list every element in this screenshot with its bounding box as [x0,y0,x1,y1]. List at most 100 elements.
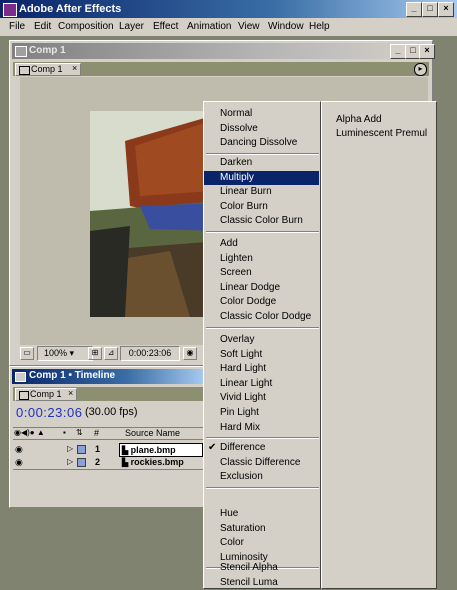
menu-layer[interactable]: Layer [119,20,144,34]
menu-item-hard-mix[interactable]: Hard Mix [204,421,319,435]
timeline-tab-icon [19,391,29,400]
timeline-tab-close-icon[interactable]: × [68,388,73,398]
timeline-timecode[interactable]: 0:00:23:06 [16,405,82,420]
label-color-swatch[interactable] [77,458,86,467]
menu-item-dancing-dissolve[interactable]: Dancing Dissolve [204,136,319,150]
menu-item-hard-light[interactable]: Hard Light [204,362,319,376]
menu-item-luminescent-premul[interactable]: Luminescent Premul [336,127,427,141]
close-button[interactable]: × [438,2,454,17]
footage-icon: ▙ [122,446,129,455]
menu-composition[interactable]: Composition [58,20,114,34]
menu-bar: File Edit Composition Layer Effect Anima… [0,18,457,36]
menu-separator [206,437,319,440]
menu-item-color[interactable]: Color [204,536,319,550]
timeline-fps: (30.00 fps) [85,406,138,418]
menu-item-dissolve[interactable]: Dissolve [204,122,319,136]
menu-separator [206,486,319,489]
menu-animation[interactable]: Animation [187,20,231,34]
comp-tab-label: Comp 1 [31,64,63,74]
tab-close-icon[interactable]: × [72,63,77,73]
zoom-dropdown[interactable]: 100% ▾ [37,346,93,361]
menu-item-classic-color-dodge[interactable]: Classic Color Dodge [204,310,319,324]
comp-timecode[interactable]: 0:00:23:06 [120,346,180,361]
comp-tab-strip: Comp 1 × ▸ [13,62,429,76]
label-color-swatch[interactable] [77,445,86,454]
menu-file[interactable]: File [9,20,25,34]
table-row[interactable]: ◉ ▷ 2 ▙ rockies.bmp [13,456,205,468]
menu-item-lighten[interactable]: Lighten [204,252,319,266]
menu-item-stencil-alpha[interactable]: Stencil Alpha [204,561,319,575]
expand-triangle-icon[interactable]: ▷ [67,456,73,468]
menu-item-linear-light[interactable]: Linear Light [204,377,319,391]
timeline-window: Comp 1 • Timeline Comp 1 × 0:00:23:06 (3… [9,366,205,508]
menu-item-overlay[interactable]: Overlay [204,333,319,347]
menu-item-exclusion[interactable]: Exclusion [204,470,319,484]
safe-margins-icon[interactable]: ⊞ [88,347,102,360]
layer-name[interactable]: ▙ plane.bmp [119,443,203,457]
comp-tab[interactable]: Comp 1 × [15,63,81,76]
menu-item-pin-light[interactable]: Pin Light [204,406,319,420]
snapshot-icon[interactable]: ◉ [183,347,197,360]
video-switch-icon[interactable]: ◉ [15,443,23,455]
zoom-value: 100% [44,348,68,358]
menu-item-linear-burn[interactable]: Linear Burn [204,185,319,199]
layer-name-text: rockies.bmp [130,457,184,467]
comp-preview-image [90,111,220,317]
menu-item-color-dodge[interactable]: Color Dodge [204,295,319,309]
timeline-tab[interactable]: Comp 1 × [15,388,77,401]
menu-separator [206,231,319,233]
column-source-name[interactable]: Source Name [125,428,180,438]
minimize-button[interactable]: _ [406,2,422,17]
menu-item-darken[interactable]: Darken [204,156,319,170]
layer-number: 2 [95,457,101,467]
app-title-bar: Adobe After Effects _ □ × [0,0,457,18]
menu-item-alpha-add[interactable]: Alpha Add [336,113,382,127]
current-time-icon[interactable]: ⊿ [104,347,118,360]
footage-icon: ▙ [122,458,129,467]
maximize-button[interactable]: □ [422,2,438,17]
menu-item-vivid-light[interactable]: Vivid Light [204,391,319,405]
timeline-title: Comp 1 • Timeline [29,370,116,381]
menu-item-classic-color-burn[interactable]: Classic Color Burn [204,214,319,228]
menu-item-stencil-luma[interactable]: Stencil Luma [204,576,319,590]
panel-menu-icon[interactable]: ▸ [414,63,427,76]
menu-item-hue[interactable]: Hue [204,507,319,521]
layer-name[interactable]: ▙ rockies.bmp [119,456,202,468]
app-icon [3,3,17,17]
timeline-title-bar: Comp 1 • Timeline [12,369,204,384]
menu-item-multiply[interactable]: Multiply [204,170,319,185]
comp-window-icon [15,46,27,57]
table-row[interactable]: ◉ ▷ 1 ▙ plane.bmp [13,443,205,457]
menu-separator [206,152,319,155]
expand-triangle-icon[interactable]: ▷ [67,443,73,455]
menu-separator [206,326,319,329]
video-switch-icon[interactable]: ◉ [15,456,23,468]
column-number: # [94,428,100,438]
comp-tab-icon [19,66,30,75]
menu-item-difference[interactable]: ✔ Difference [204,441,319,455]
comp-minimize-button[interactable]: _ [390,44,406,59]
menu-item-normal[interactable]: Normal [204,107,319,121]
blending-submenu: Alpha Add Luminescent Premul [321,101,437,589]
timeline-column-header: ◉◀)● ▲ ▪ ⇅ # Source Name [13,427,205,440]
comp-close-button[interactable]: × [419,44,435,59]
menu-item-linear-dodge[interactable]: Linear Dodge [204,281,319,295]
checkmark-icon: ✔ [208,442,217,453]
timeline-tab-strip: Comp 1 × [13,387,205,401]
menu-item-add[interactable]: Add [204,237,319,251]
menu-window[interactable]: Window [268,20,304,34]
layer-number: 1 [95,444,101,454]
menu-item-color-burn[interactable]: Color Burn [204,200,319,214]
menu-edit[interactable]: Edit [34,20,51,34]
menu-item-classic-difference[interactable]: Classic Difference [204,456,319,470]
menu-help[interactable]: Help [309,20,330,34]
menu-item-saturation[interactable]: Saturation [204,522,319,536]
menu-effect[interactable]: Effect [153,20,178,34]
timeline-window-icon [15,372,26,382]
timeline-layer-area[interactable] [13,469,205,505]
app-title: Adobe After Effects [19,3,122,15]
always-preview-icon[interactable]: ▭ [20,347,34,360]
menu-item-screen[interactable]: Screen [204,266,319,280]
menu-item-soft-light[interactable]: Soft Light [204,348,319,362]
menu-view[interactable]: View [238,20,260,34]
